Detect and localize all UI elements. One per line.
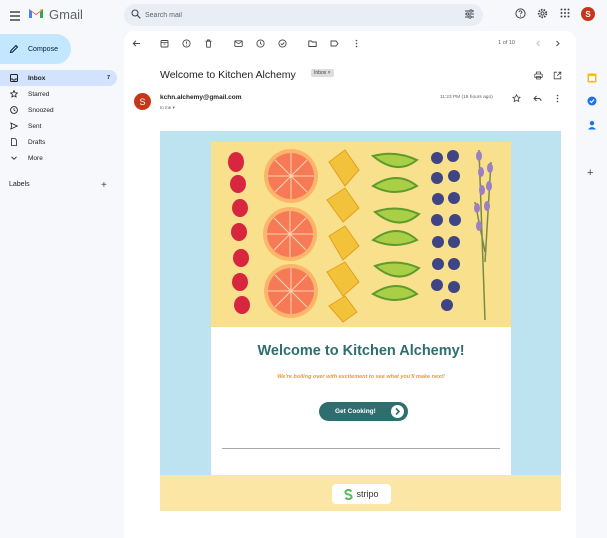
inbox-count: 7 bbox=[106, 75, 110, 81]
print-icon[interactable] bbox=[534, 71, 543, 80]
older-chevron-right-icon[interactable] bbox=[553, 39, 562, 48]
pencil-icon bbox=[9, 44, 19, 54]
arrow-right-icon bbox=[391, 405, 404, 418]
draft-icon bbox=[10, 138, 18, 146]
archive-icon[interactable] bbox=[160, 39, 169, 48]
stripo-badge[interactable]: stripo bbox=[332, 484, 391, 504]
apps-grid-icon[interactable] bbox=[560, 8, 570, 18]
search-options-icon[interactable] bbox=[464, 9, 475, 19]
labels-heading: Labels bbox=[9, 181, 30, 188]
sender-avatar[interactable]: S bbox=[134, 93, 151, 110]
email-footer: stripo bbox=[160, 475, 561, 511]
gmail-logo-icon[interactable] bbox=[28, 7, 44, 21]
mark-unread-icon[interactable] bbox=[234, 39, 243, 48]
sidebar-item-label: Snoozed bbox=[28, 106, 54, 114]
inbox-label-chip[interactable]: Inbox × bbox=[311, 69, 334, 77]
hero-fruit-image bbox=[211, 142, 511, 327]
add-label-plus-icon[interactable]: + bbox=[101, 180, 107, 191]
content-divider bbox=[222, 448, 500, 449]
message-panel: 1 of 10 Welcome to Kitchen Alchemy Inbox… bbox=[124, 31, 576, 538]
email-heading: Welcome to Kitchen Alchemy! bbox=[257, 343, 465, 359]
email-tagline: We're boiling over with excitement to se… bbox=[277, 374, 445, 380]
help-icon[interactable] bbox=[515, 8, 526, 19]
get-addons-plus-icon[interactable]: + bbox=[587, 168, 597, 179]
star-icon bbox=[10, 90, 18, 98]
calendar-icon[interactable] bbox=[587, 73, 597, 83]
inbox-icon bbox=[10, 74, 18, 82]
keep-notes-icon[interactable] bbox=[587, 96, 597, 106]
sender-email[interactable]: kchn.alchemy@gmail.com bbox=[160, 94, 241, 101]
recipient-details[interactable]: to me ▾ bbox=[160, 105, 175, 111]
app-name[interactable]: Gmail bbox=[49, 7, 83, 22]
sidebar-item-sent[interactable]: Sent bbox=[0, 118, 117, 134]
cta-label: Get Cooking! bbox=[335, 408, 376, 415]
stripo-logo-icon bbox=[344, 488, 354, 500]
sidebar-item-label: Starred bbox=[28, 90, 50, 98]
label-tag-icon[interactable] bbox=[330, 39, 339, 48]
message-timestamp: 11:23 PM (18 hours ago) bbox=[440, 95, 493, 100]
sidebar-item-label: Inbox bbox=[28, 74, 46, 82]
newer-chevron-left-icon[interactable] bbox=[534, 39, 543, 48]
contacts-icon[interactable] bbox=[587, 120, 597, 130]
send-icon bbox=[10, 122, 18, 130]
sidebar-item-label: Sent bbox=[28, 122, 42, 130]
open-new-window-icon[interactable] bbox=[553, 71, 562, 80]
star-message-icon[interactable] bbox=[512, 94, 521, 103]
message-more-vertical-icon[interactable] bbox=[553, 94, 562, 103]
account-avatar[interactable]: S bbox=[581, 7, 595, 21]
sidebar-item-starred[interactable]: Starred bbox=[0, 86, 117, 102]
chevron-down-icon bbox=[10, 154, 18, 162]
sidebar-item-inbox[interactable]: Inbox 7 bbox=[0, 70, 117, 86]
stripo-label: stripo bbox=[356, 489, 379, 499]
get-cooking-button[interactable]: Get Cooking! bbox=[319, 402, 408, 421]
search-icon[interactable] bbox=[131, 9, 141, 19]
compose-button[interactable]: Compose bbox=[0, 34, 71, 64]
sidebar-item-drafts[interactable]: Drafts bbox=[0, 134, 117, 150]
pagination-count: 1 of 10 bbox=[498, 40, 515, 46]
clock-icon bbox=[10, 106, 18, 114]
search-bar[interactable] bbox=[124, 4, 483, 26]
sidebar-item-more[interactable]: More bbox=[0, 150, 117, 166]
main-menu-icon[interactable] bbox=[6, 7, 24, 25]
email-body: Welcome to Kitchen Alchemy! We're boilin… bbox=[160, 131, 561, 511]
compose-label: Compose bbox=[28, 45, 58, 53]
message-subject: Welcome to Kitchen Alchemy bbox=[160, 69, 296, 81]
more-vertical-icon[interactable] bbox=[352, 39, 361, 48]
move-to-folder-icon[interactable] bbox=[308, 39, 317, 48]
report-spam-icon[interactable] bbox=[182, 39, 191, 48]
sidebar-item-snoozed[interactable]: Snoozed bbox=[0, 102, 117, 118]
sidebar-item-label: Drafts bbox=[28, 138, 46, 146]
search-input[interactable] bbox=[145, 7, 445, 23]
sidebar-item-label: More bbox=[28, 154, 43, 162]
back-arrow-icon[interactable] bbox=[132, 39, 141, 48]
delete-trash-icon[interactable] bbox=[204, 39, 213, 48]
settings-gear-icon[interactable] bbox=[537, 8, 548, 19]
email-card: Welcome to Kitchen Alchemy! We're boilin… bbox=[211, 142, 511, 475]
snooze-clock-icon[interactable] bbox=[256, 39, 265, 48]
reply-icon[interactable] bbox=[533, 94, 542, 103]
add-task-icon[interactable] bbox=[278, 39, 287, 48]
